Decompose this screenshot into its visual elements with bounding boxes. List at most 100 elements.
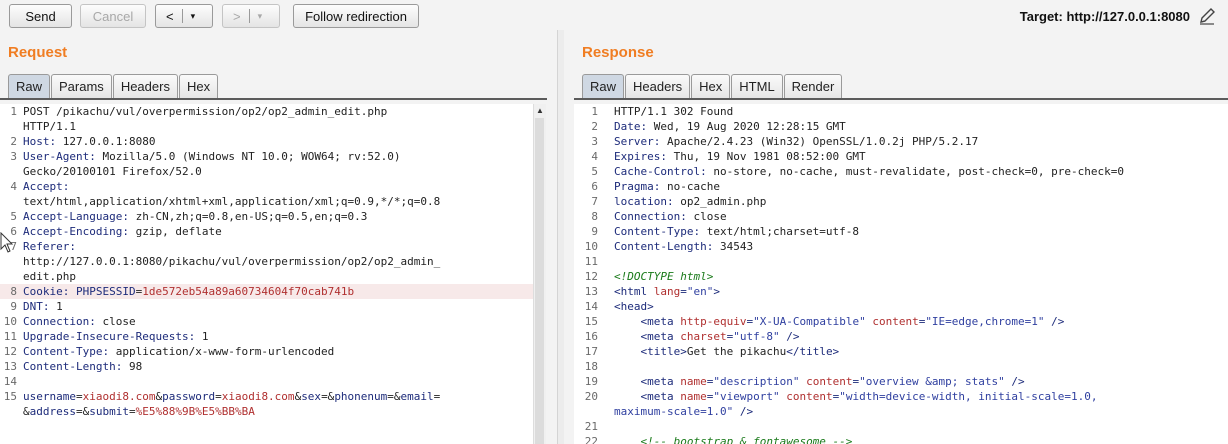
code-token: =	[680, 285, 687, 298]
line-number: 9	[591, 225, 598, 238]
code-token: Content-Length:	[614, 240, 720, 253]
response-tab-render[interactable]: Render	[783, 74, 843, 98]
line-number	[0, 254, 23, 269]
code-token: User-Agent:	[23, 150, 103, 163]
code-token: =&	[387, 390, 401, 403]
code-token: Accept-Encoding:	[23, 225, 136, 238]
code-token: <meta	[640, 330, 681, 343]
code-token: email	[400, 390, 434, 403]
chevron-down-icon[interactable]: ▾	[258, 11, 263, 22]
code-token: =	[215, 390, 222, 403]
code-token: "utf-8"	[733, 330, 780, 343]
code-token: charset	[680, 330, 727, 343]
code-token: content	[786, 390, 833, 403]
chevron-down-icon[interactable]: ▾	[191, 11, 196, 22]
code-text: HTTP/1.1	[23, 119, 76, 134]
follow-redirection-button[interactable]: Follow redirection	[293, 4, 419, 28]
cancel-button[interactable]: Cancel	[80, 4, 146, 28]
chevron-left-icon: <	[166, 8, 174, 24]
code-line: 12 <!DOCTYPE html>	[574, 269, 1228, 284]
line-number: 12	[3, 345, 17, 358]
request-tab-params[interactable]: Params	[51, 74, 112, 98]
code-token: HTTP/1.1 302 Found	[614, 105, 734, 118]
response-tab-raw[interactable]: Raw	[582, 74, 625, 98]
code-line: 5 Cache-Control: no-store, no-cache, must…	[574, 164, 1228, 179]
code-token: "X-UA-Compatible"	[753, 315, 866, 328]
code-token: Mozilla/5.0 (Windows NT 10.0; WOW64; rv:…	[102, 150, 401, 163]
line-number: 20	[584, 390, 598, 403]
response-editor[interactable]: 1 HTTP/1.1 302 Found 2 Date: Wed, 19 Aug 20…	[574, 104, 1228, 444]
request-tab-headers[interactable]: Headers	[112, 74, 178, 98]
forward-button[interactable]: > ▾	[222, 4, 280, 28]
code-text: Cache-Control: no-store, no-cache, must-…	[614, 164, 1124, 179]
line-number: 13	[584, 285, 598, 298]
scroll-up-icon[interactable]: ▲	[534, 104, 546, 116]
line-number: 15	[3, 390, 17, 403]
scrollbar-thumb[interactable]	[535, 118, 544, 444]
code-text: Expires: Thu, 19 Nov 1981 08:52:00 GMT	[614, 149, 866, 164]
code-text: Connection: close	[614, 209, 727, 224]
pencil-icon[interactable]	[1198, 6, 1216, 26]
code-token: 1	[56, 300, 63, 313]
code-line: 1 HTTP/1.1 302 Found	[574, 104, 1228, 119]
code-token: http-equiv	[680, 315, 747, 328]
code-line: 14	[0, 374, 533, 389]
back-button[interactable]: < ▾	[155, 4, 213, 28]
code-token: HTTP/1.1	[23, 120, 76, 133]
code-token: gzip, deflate	[135, 225, 222, 238]
code-line: 17 <title>Get the pikachu</title>	[574, 344, 1228, 359]
code-line: 18	[574, 359, 1228, 374]
code-line: 20 <meta name="viewport" content="width=…	[574, 389, 1228, 404]
code-line: 8 Connection: close	[574, 209, 1228, 224]
code-line: 22 <!-- bootstrap & fontawesome -->	[574, 434, 1228, 444]
request-scrollbar[interactable]: ▲	[533, 104, 546, 444]
code-token: <meta	[640, 315, 681, 328]
code-token: =	[128, 405, 136, 418]
code-token: sex	[301, 390, 322, 403]
code-text: <!-- bootstrap & fontawesome -->	[614, 434, 853, 444]
line-number: 8	[10, 285, 17, 298]
response-tab-html[interactable]: HTML	[731, 74, 783, 98]
code-line: 10 Connection: close	[0, 314, 533, 329]
code-text: <!DOCTYPE html>	[614, 269, 713, 284]
send-button[interactable]: Send	[9, 4, 72, 28]
code-line: 2 Date: Wed, 19 Aug 2020 12:28:15 GMT	[574, 119, 1228, 134]
code-token: "viewport"	[713, 390, 780, 403]
code-text: <meta charset="utf-8" />	[614, 329, 800, 344]
code-token: <meta	[640, 375, 681, 388]
code-line: text/html,application/xhtml+xml,applicat…	[0, 194, 533, 209]
code-text: <meta name="description" content="overvi…	[614, 374, 1025, 389]
code-token: "overview &amp; stats"	[859, 375, 1005, 388]
code-token: Connection:	[614, 210, 694, 223]
response-tab-headers[interactable]: Headers	[625, 74, 691, 98]
code-text: Referer:	[23, 239, 76, 254]
request-tab-hex[interactable]: Hex	[178, 74, 219, 98]
line-number: 5	[591, 165, 598, 178]
code-text: text/html,application/xhtml+xml,applicat…	[23, 194, 440, 209]
pane-divider[interactable]	[557, 30, 564, 444]
code-token: &	[23, 405, 30, 418]
line-number	[0, 119, 23, 134]
code-token: 1de572eb54a89a60734604f70cab741b	[142, 285, 355, 298]
code-text: Accept-Encoding: gzip, deflate	[23, 224, 222, 239]
line-number: 7	[591, 195, 598, 208]
line-number: 1	[591, 105, 598, 118]
code-token: Apache/2.4.23 (Win32) OpenSSL/1.0.2j PHP…	[666, 135, 979, 148]
code-token: content	[872, 315, 919, 328]
code-token: 98	[128, 360, 143, 373]
code-text: Content-Length: 34543	[614, 239, 753, 254]
line-number	[0, 404, 23, 419]
response-tab-hex[interactable]: Hex	[691, 74, 731, 98]
code-text: Date: Wed, 19 Aug 2020 12:28:15 GMT	[614, 119, 846, 134]
code-token: Pragma:	[614, 180, 667, 193]
code-token: 1	[201, 330, 209, 343]
line-number: 4	[10, 180, 17, 193]
code-token: "description"	[713, 375, 800, 388]
code-text: <html lang="en">	[614, 284, 720, 299]
line-number	[0, 269, 23, 284]
request-editor[interactable]: 1 POST /pikachu/vul/overpermission/op2/op…	[0, 104, 533, 444]
request-tab-raw[interactable]: Raw	[8, 74, 51, 98]
